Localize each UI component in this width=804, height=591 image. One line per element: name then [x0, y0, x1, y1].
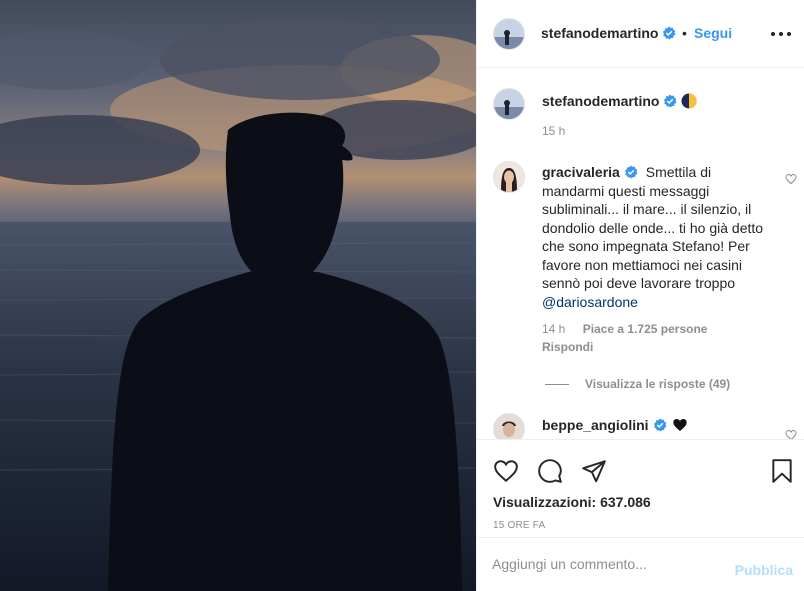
- comment-mention-link[interactable]: @dariosardone: [542, 294, 638, 310]
- comments-list[interactable]: stefanodemartino 15 h gracivaleria Smett…: [477, 69, 804, 439]
- profile-photo-icon: [494, 89, 524, 119]
- verified-badge-icon: [624, 165, 638, 179]
- more-dot: [787, 32, 791, 36]
- view-replies-button[interactable]: Visualizza le risposte (49): [545, 377, 730, 391]
- black-heart-icon: [673, 419, 688, 431]
- caption-timestamp[interactable]: 15 h: [542, 124, 565, 138]
- reply-button[interactable]: Rispondi: [542, 340, 593, 354]
- commenter-username-text[interactable]: beppe_angiolini: [542, 417, 649, 433]
- verified-badge-icon: [653, 418, 666, 432]
- commenter-avatar[interactable]: [493, 161, 525, 193]
- follow-button[interactable]: Segui: [694, 25, 732, 41]
- more-dot: [771, 32, 775, 36]
- verified-badge-icon: [663, 26, 676, 40]
- comment-text-block: gracivaleria Smettila di mandarmi questi…: [542, 163, 774, 311]
- comment-icon[interactable]: [537, 458, 563, 484]
- post-header: stefanodemartino • Segui: [477, 0, 804, 68]
- author-username[interactable]: stefanodemartino: [541, 25, 676, 41]
- like-comment-heart-icon[interactable]: [785, 429, 797, 439]
- follow-separator: •: [682, 25, 687, 41]
- like-comment-heart-icon[interactable]: [785, 173, 797, 185]
- post-timestamp[interactable]: 15 ORE FA: [493, 520, 545, 531]
- comment-text: Smettila di mandarmi questi messaggi sub…: [542, 164, 764, 291]
- share-icon[interactable]: [581, 458, 607, 484]
- publish-button[interactable]: Pubblica: [735, 562, 793, 578]
- views-count[interactable]: Visualizzazioni: 637.086: [493, 494, 651, 510]
- heart-icon[interactable]: [493, 458, 519, 484]
- commenter-username[interactable]: gracivaleria: [542, 164, 638, 180]
- comment-meta: 14 h Piace a 1.725 persone: [542, 322, 707, 336]
- author-avatar[interactable]: [493, 18, 525, 50]
- comment-likes-count[interactable]: Piace a 1.725 persone: [583, 322, 708, 336]
- post-photo-silhouette-at-sea: [0, 20, 476, 591]
- comment-text-block: beppe_angiolini: [542, 417, 688, 433]
- commenter-username-text[interactable]: gracivaleria: [542, 164, 620, 180]
- author-username-text[interactable]: stefanodemartino: [541, 25, 658, 41]
- profile-photo-icon: [494, 162, 524, 192]
- caption-username-text[interactable]: stefanodemartino: [542, 93, 659, 109]
- comment-timestamp[interactable]: 14 h: [542, 322, 565, 336]
- verified-badge-icon: [664, 94, 677, 108]
- view-replies-label[interactable]: Visualizza le risposte (49): [585, 377, 730, 391]
- add-comment-bar: Pubblica: [477, 537, 804, 591]
- profile-photo-icon: [494, 19, 524, 49]
- commenter-avatar[interactable]: [493, 413, 525, 439]
- bookmark-icon[interactable]: [769, 458, 795, 484]
- caption-username[interactable]: stefanodemartino: [542, 93, 697, 109]
- profile-photo-icon: [494, 414, 524, 439]
- replies-divider-line: [545, 384, 569, 386]
- more-options-icon[interactable]: [769, 22, 793, 46]
- more-dot: [779, 32, 783, 36]
- comment-input[interactable]: [492, 553, 712, 575]
- first-quarter-moon-icon: [681, 93, 697, 109]
- commenter-username[interactable]: beppe_angiolini: [542, 417, 667, 433]
- post-details-panel: stefanodemartino • Segui stefanodemartin…: [476, 0, 804, 591]
- post-image[interactable]: [0, 0, 476, 591]
- caption-author-avatar[interactable]: [493, 88, 525, 120]
